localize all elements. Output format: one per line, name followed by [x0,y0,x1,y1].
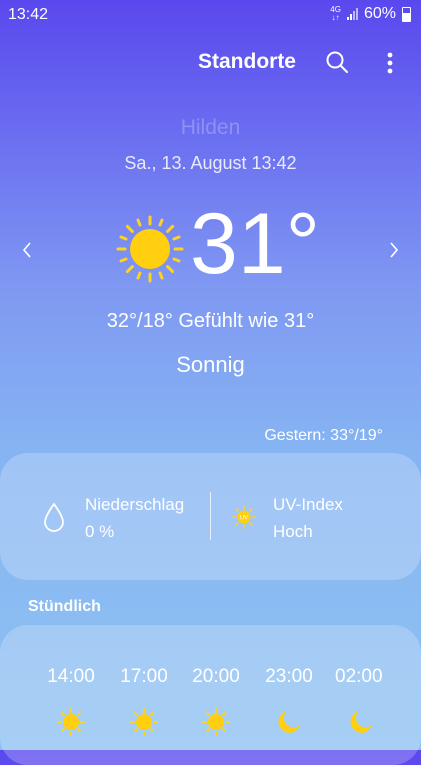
search-icon[interactable] [325,50,349,74]
current-temperature: 31° [190,196,321,292]
hourly-card [0,625,421,765]
moon-icon [350,711,372,733]
sun-icon [202,708,230,736]
sun-icon [116,215,184,283]
chevron-left-icon[interactable] [20,240,34,260]
hourly-time: 17:00 [120,666,168,687]
uv-icon: UV [232,505,256,529]
more-options-icon[interactable] [387,52,393,74]
battery-percent: 60% [363,5,396,22]
hourly-time: 14:00 [47,666,95,687]
min-max-feels-like: 32°/18° Gefühlt wie 31° [106,310,315,332]
status-bar: 13:42 4G ↓↑ 60% [0,0,421,30]
hourly-time: 23:00 [265,666,313,687]
precipitation-label: Niederschlag [85,495,185,514]
moon-icon [278,711,300,733]
status-time: 13:42 [8,6,49,23]
sun-icon [130,708,158,736]
hourly-time: 02:00 [335,666,383,687]
location-name: Hilden [180,116,241,139]
uv-index-value: Hoch [273,522,313,541]
battery-icon [402,6,411,22]
yesterday-temperature: Gestern: 33°/19° [264,427,383,444]
hourly-time: 20:00 [192,666,240,687]
date-time: Sa., 13. August 13:42 [124,153,297,173]
signal-icon [346,8,358,20]
data-arrows-icon: ↓↑ [331,13,340,22]
svg-text:UV: UV [240,516,248,522]
uv-index-label: UV-Index [273,495,343,514]
weather-condition: Sonnig [176,352,245,377]
hourly-heading: Stündlich [28,598,101,615]
drop-icon [44,502,64,532]
details-divider [210,492,211,540]
locations-button[interactable]: Standorte [198,50,296,74]
sun-icon [57,708,85,736]
chevron-right-icon[interactable] [387,240,401,260]
app-bar: Standorte [0,44,421,84]
status-icons: 4G ↓↑ 60% [330,5,411,23]
network-indicator: 4G ↓↑ [330,6,341,22]
precipitation-value: 0 % [85,522,115,541]
